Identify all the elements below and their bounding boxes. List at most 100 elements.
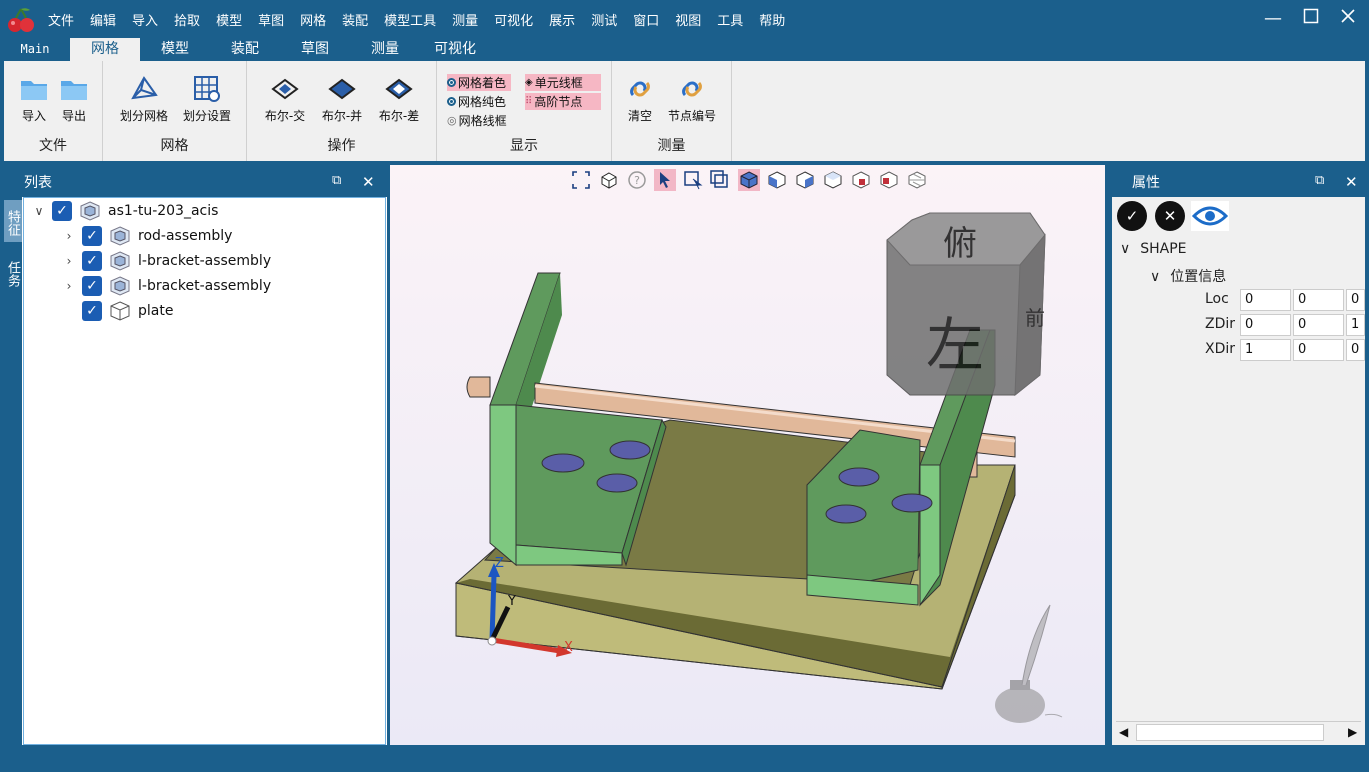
tab-visualize[interactable]: 可视化 xyxy=(420,38,490,61)
mesh-settings-label: 划分设置 xyxy=(182,109,231,123)
viewcube-front-label[interactable]: 左 xyxy=(926,311,984,379)
menu-item-9[interactable]: 测量 xyxy=(452,10,478,29)
group-name-display: 显示 xyxy=(510,138,538,154)
tree-item-label: as1-tu-203_acis xyxy=(108,203,219,219)
menu-item-10[interactable]: 可视化 xyxy=(494,10,533,29)
cancel-icon[interactable]: ✕ xyxy=(1155,201,1185,231)
menu-item-6[interactable]: 网格 xyxy=(300,10,326,29)
menu-item-12[interactable]: 测试 xyxy=(591,10,617,29)
mesh-solid-color-option[interactable]: 网格纯色 xyxy=(447,93,506,110)
menu-item-3[interactable]: 拾取 xyxy=(174,10,200,29)
folder-icon xyxy=(61,81,87,100)
location-section[interactable]: ∨ 位置信息 xyxy=(1150,266,1226,286)
menu-item-0[interactable]: 文件 xyxy=(48,10,74,29)
chevron-down-icon[interactable]: ∨ xyxy=(32,204,46,218)
minimize-icon[interactable]: — xyxy=(1262,8,1284,30)
chevron-down-icon[interactable]: ∨ xyxy=(1150,269,1160,285)
menu-item-1[interactable]: 编辑 xyxy=(90,10,116,29)
chevron-down-icon[interactable]: ∨ xyxy=(1120,241,1130,257)
close-panel-icon[interactable]: ✕ xyxy=(1345,173,1358,191)
maximize-icon[interactable] xyxy=(1300,8,1322,30)
float-panel-icon[interactable]: ⧉ xyxy=(332,173,341,188)
chevron-right-icon[interactable]: › xyxy=(62,279,76,293)
visibility-eye-icon[interactable] xyxy=(1191,201,1229,231)
clear-button[interactable]: 清空 xyxy=(622,75,658,124)
tree-item-plate[interactable]: ✓ plate xyxy=(76,300,173,322)
mesh-settings-button[interactable]: 划分设置 xyxy=(179,75,235,124)
tab-main[interactable]: Main xyxy=(0,38,70,61)
3d-viewport[interactable]: ? 俯 左 前 Z Y X xyxy=(390,165,1105,745)
tree-item-root[interactable]: ∨ ✓ as1-tu-203_acis xyxy=(32,200,218,222)
viewcube-right-label[interactable]: 前 xyxy=(1025,306,1045,330)
xdir-z-field[interactable]: 0 xyxy=(1346,339,1365,361)
scrollbar-thumb[interactable] xyxy=(1136,724,1324,741)
list-panel-header: 列表 ⧉ ✕ xyxy=(4,165,387,197)
scroll-right-icon[interactable]: ▶ xyxy=(1348,725,1357,739)
checkbox-checked[interactable]: ✓ xyxy=(82,226,102,246)
checkbox-checked[interactable]: ✓ xyxy=(82,251,102,271)
boolean-subtract-button[interactable]: 布尔-差 xyxy=(375,75,423,124)
loc-x-field[interactable]: 0 xyxy=(1240,289,1291,311)
mesh-shaded-option[interactable]: 网格着色 xyxy=(447,74,511,91)
list-panel: 列表 ⧉ ✕ 特征 任务 ∨ ✓ as1-tu-203_acis › ✓ rod… xyxy=(4,165,387,745)
element-wireframe-option[interactable]: ◈ 单元线框 xyxy=(525,74,601,91)
menu-item-8[interactable]: 模型工具 xyxy=(384,10,436,29)
menu-item-7[interactable]: 装配 xyxy=(342,10,368,29)
export-button[interactable]: 导出 xyxy=(56,75,92,124)
zdir-x-field[interactable]: 0 xyxy=(1240,314,1291,336)
viewcube-top-label[interactable]: 俯 xyxy=(943,224,977,264)
confirm-icon[interactable]: ✓ xyxy=(1117,201,1147,231)
menu-item-14[interactable]: 视图 xyxy=(675,10,701,29)
tab-assembly[interactable]: 装配 xyxy=(210,38,280,61)
loc-z-field[interactable]: 0 xyxy=(1346,289,1365,311)
close-window-icon[interactable] xyxy=(1337,8,1359,30)
menu-item-4[interactable]: 模型 xyxy=(216,10,242,29)
xdir-x-field[interactable]: 1 xyxy=(1240,339,1291,361)
view-cube[interactable]: 俯 左 前 xyxy=(886,212,1046,397)
prop-name-zdir: ZDir xyxy=(1205,316,1236,332)
import-button[interactable]: 导入 xyxy=(16,75,52,124)
menu-item-5[interactable]: 草图 xyxy=(258,10,284,29)
boolean-intersect-button[interactable]: 布尔-交 xyxy=(261,75,309,124)
tab-model[interactable]: 模型 xyxy=(140,38,210,61)
chevron-right-icon[interactable]: › xyxy=(62,254,76,268)
zdir-z-field[interactable]: 1 xyxy=(1346,314,1365,336)
menu-item-15[interactable]: 工具 xyxy=(717,10,743,29)
property-horizontal-scrollbar[interactable]: ◀ ▶ xyxy=(1116,721,1361,743)
quill-ink-watermark-icon xyxy=(995,604,1063,723)
menu-item-11[interactable]: 展示 xyxy=(549,10,575,29)
boolean-union-button[interactable]: 布尔-并 xyxy=(318,75,366,124)
menu-item-13[interactable]: 窗口 xyxy=(633,10,659,29)
close-panel-icon[interactable]: ✕ xyxy=(362,173,375,191)
checkbox-checked[interactable]: ✓ xyxy=(52,201,72,221)
menu-item-2[interactable]: 导入 xyxy=(132,10,158,29)
location-section-label: 位置信息 xyxy=(1170,269,1227,285)
zdir-y-field[interactable]: 0 xyxy=(1293,314,1344,336)
tab-mesh[interactable]: 网格 xyxy=(70,38,140,61)
side-tab-tasks[interactable]: 任务 xyxy=(4,251,22,293)
menu-item-16[interactable]: 帮助 xyxy=(759,10,785,29)
app-window: 文件 编辑 导入 拾取 模型 草图 网格 装配 模型工具 测量 可视化 展示 测试 窗口 视图 工具 帮助 — … xyxy=(0,0,1369,772)
mesh-wireframe-option[interactable]: ◎ 网格线框 xyxy=(447,112,507,129)
generate-mesh-button[interactable]: 划分网格 xyxy=(117,75,171,124)
high-order-nodes-option[interactable]: ⠿ 高阶节点 xyxy=(525,93,601,110)
node-numbering-button[interactable]: 节点编号 xyxy=(666,75,718,124)
boolean-intersect-label: 布尔-交 xyxy=(264,109,306,123)
float-panel-icon[interactable]: ⧉ xyxy=(1315,173,1324,188)
tree-item-l-bracket-assembly-2[interactable]: › ✓ l-bracket-assembly xyxy=(62,275,271,297)
tab-measure[interactable]: 测量 xyxy=(350,38,420,61)
tab-sketch[interactable]: 草图 xyxy=(280,38,350,61)
checkbox-checked[interactable]: ✓ xyxy=(82,301,102,321)
node-numbering-label: 节点编号 xyxy=(667,109,716,123)
chevron-right-icon[interactable]: › xyxy=(62,229,76,243)
checkbox-checked[interactable]: ✓ xyxy=(82,276,102,296)
scroll-left-icon[interactable]: ◀ xyxy=(1119,725,1128,739)
tree-item-l-bracket-assembly[interactable]: › ✓ l-bracket-assembly xyxy=(62,250,271,272)
shape-node[interactable]: ∨ SHAPE xyxy=(1120,241,1187,257)
cad-scene[interactable]: 俯 左 前 Z Y X xyxy=(390,165,1105,745)
side-tab-features[interactable]: 特征 xyxy=(4,200,22,242)
loc-y-field[interactable]: 0 xyxy=(1293,289,1344,311)
tree-item-rod-assembly[interactable]: › ✓ rod-assembly xyxy=(62,225,232,247)
xdir-y-field[interactable]: 0 xyxy=(1293,339,1344,361)
boolean-subtract-label: 布尔-差 xyxy=(378,109,420,123)
